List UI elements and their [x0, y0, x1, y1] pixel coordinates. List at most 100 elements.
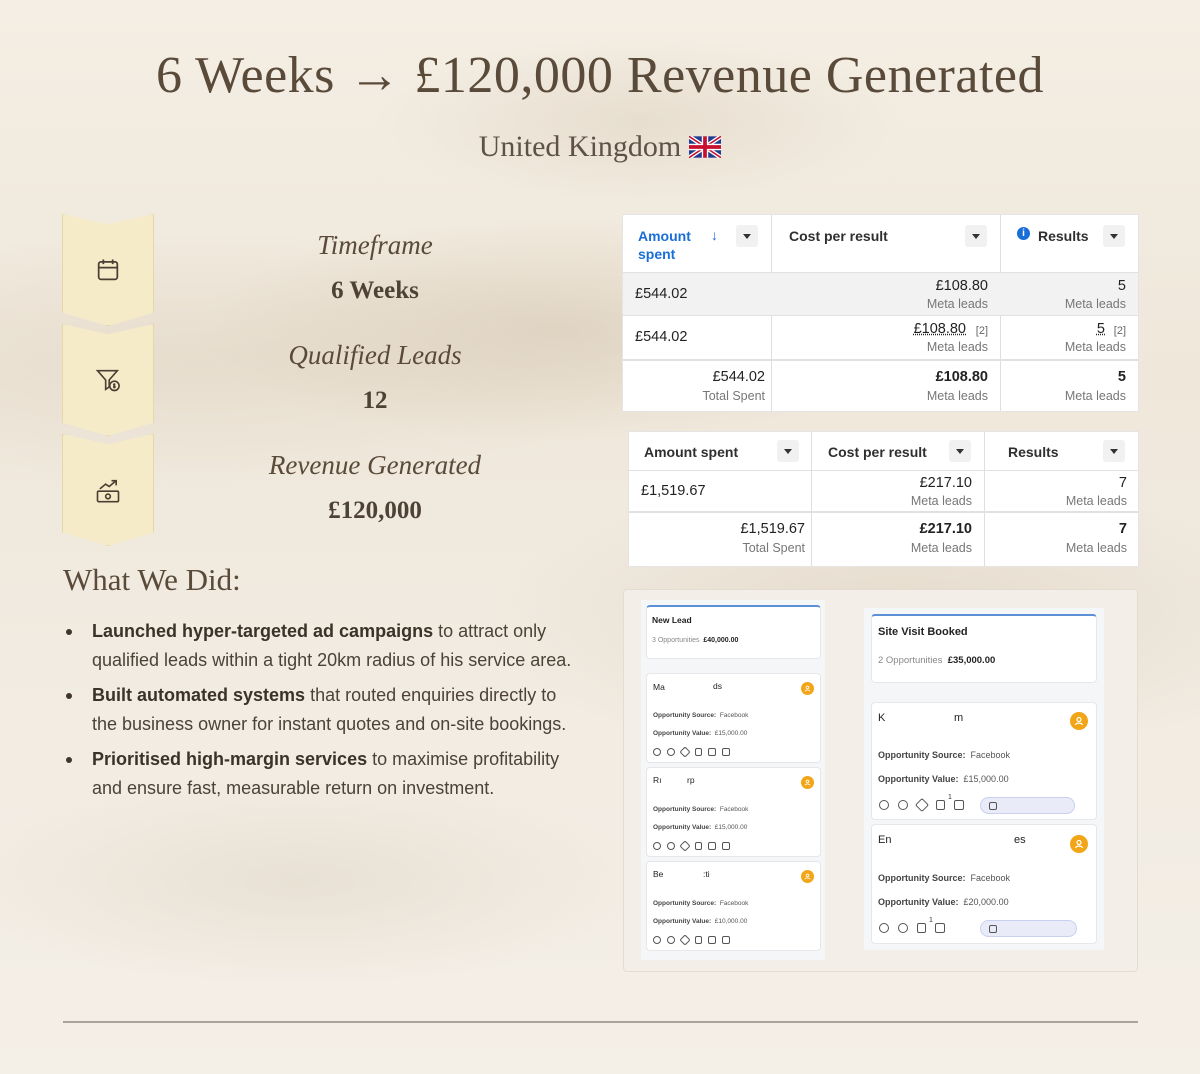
stage-title: New Lead	[652, 615, 692, 625]
total-results-sub: Meta leads	[1064, 389, 1126, 403]
checkbox-icon[interactable]	[708, 748, 716, 756]
value-amount: £15,000.00	[714, 824, 748, 831]
total-results-sub: Meta leads	[1065, 541, 1127, 555]
funnel-money-icon	[95, 369, 120, 392]
document-icon[interactable]	[936, 800, 945, 810]
opportunity-card[interactable]: Ma ds Opportunity Source: Facebook Oppor…	[646, 673, 821, 763]
row-cost: £108.80	[935, 278, 988, 294]
tag-icon[interactable]	[679, 840, 691, 852]
card-name-b: m	[954, 712, 964, 724]
header-cost-per-result[interactable]: Cost per result	[789, 228, 888, 244]
ads-results-table-1: Amount spent ↓ Cost per result i Results…	[623, 215, 1138, 411]
subtitle-text: United Kingdom	[478, 130, 682, 163]
assign-user-icon[interactable]	[1070, 835, 1088, 853]
source-value: Facebook	[970, 873, 1011, 883]
stat-label-leads: Qualified Leads	[288, 340, 462, 370]
stat-value-leads: 12	[362, 387, 388, 414]
chevron-down-icon[interactable]	[736, 225, 758, 247]
chat-icon[interactable]	[667, 748, 675, 756]
chat-icon[interactable]	[667, 936, 675, 944]
chat-icon[interactable]	[898, 923, 908, 933]
table-total-row: £1,519.67 Total Spent £217.10 Meta leads…	[629, 511, 1138, 566]
document-icon[interactable]	[695, 842, 702, 850]
phone-icon[interactable]	[653, 936, 661, 944]
checkbox-icon[interactable]	[708, 936, 716, 944]
card-name-b: :ti	[703, 869, 710, 879]
row-amount: £544.02	[635, 286, 688, 302]
info-icon[interactable]: i	[1017, 227, 1030, 240]
card-action-icons	[653, 934, 730, 946]
header-amount-spent-b[interactable]: spent	[638, 246, 675, 262]
opportunity-card[interactable]: K m Opportunity Source: Facebook Opportu…	[871, 702, 1097, 820]
row-cost: £217.10	[919, 475, 972, 491]
document-icon[interactable]	[695, 748, 702, 756]
phone-icon[interactable]	[879, 923, 889, 933]
source-value: Facebook	[719, 712, 749, 719]
chat-icon[interactable]	[667, 842, 675, 850]
header-results[interactable]: Results	[1008, 444, 1059, 460]
stat-value-timeframe: 6 Weeks	[331, 277, 419, 304]
list-item-bold: Built automated systems	[92, 685, 306, 705]
total-amount: £544.02	[712, 369, 765, 385]
sort-arrow-icon[interactable]: ↓	[711, 227, 718, 243]
page-subtitle: United Kingdom	[0, 130, 1200, 164]
document-icon[interactable]	[695, 936, 702, 944]
phone-icon[interactable]	[653, 748, 661, 756]
what-we-did-heading: What We Did:	[63, 562, 241, 597]
card-value: Opportunity Value: £15,000.00	[653, 824, 747, 831]
header-cost-per-result[interactable]: Cost per result	[828, 444, 927, 460]
calendar-icon[interactable]	[722, 748, 730, 756]
chevron-down-icon[interactable]	[1103, 225, 1125, 247]
chevron-down-icon[interactable]	[949, 440, 971, 462]
document-icon[interactable]	[917, 923, 926, 933]
chevron-down-icon[interactable]	[777, 440, 799, 462]
checkbox-icon[interactable]	[954, 800, 964, 810]
money-growth-icon	[96, 479, 120, 503]
assign-user-icon[interactable]	[801, 776, 814, 789]
stage-value: £40,000.00	[703, 637, 739, 644]
stage-value: £35,000.00	[947, 655, 996, 666]
total-cost-sub: Meta leads	[926, 389, 988, 403]
row-results: 5	[1096, 321, 1105, 337]
opportunity-card[interactable]: En es Opportunity Source: Facebook Oppor…	[871, 824, 1097, 944]
tag-icon[interactable]	[914, 797, 930, 813]
tag-icon[interactable]	[679, 746, 691, 758]
calendar-icon[interactable]	[722, 842, 730, 850]
calendar-icon	[989, 925, 997, 933]
row-cost-sub: Meta leads	[910, 494, 972, 508]
appointment-pill[interactable]	[980, 920, 1077, 937]
phone-icon[interactable]	[879, 800, 889, 810]
row-amount: £544.02	[635, 329, 688, 345]
card-name-a: K	[878, 712, 886, 724]
stat-value-revenue: £120,000	[328, 497, 422, 524]
value-label: Opportunity Value:	[653, 824, 712, 831]
opportunity-card[interactable]: Be :ti Opportunity Source: Facebook Oppo…	[646, 861, 821, 951]
header-amount-spent-a[interactable]: Amount	[638, 228, 691, 244]
bottom-divider	[63, 1021, 1138, 1023]
chevron-down-icon[interactable]	[1103, 440, 1125, 462]
appointment-pill[interactable]	[980, 797, 1075, 814]
card-value: Opportunity Value: £10,000.00	[653, 918, 747, 925]
tag-icon[interactable]	[679, 934, 691, 946]
assign-user-icon[interactable]	[801, 682, 814, 695]
stage-meta: 3 Opportunities £40,000.00	[652, 637, 738, 644]
header-results[interactable]: Results	[1038, 228, 1089, 244]
page-title: 6 Weeks → £120,000 Revenue Generated	[156, 47, 1044, 104]
value-amount: £15,000.00	[714, 730, 748, 737]
phone-icon[interactable]	[653, 842, 661, 850]
opportunity-card[interactable]: Rı rp Opportunity Source: Facebook Oppor…	[646, 767, 821, 857]
assign-user-icon[interactable]	[1070, 712, 1088, 730]
chevron-down-icon[interactable]	[965, 225, 987, 247]
stage-header-site-visit-booked[interactable]: Site Visit Booked 2 Opportunities £35,00…	[871, 614, 1097, 683]
row-results-note: [2]	[1113, 325, 1126, 337]
assign-user-icon[interactable]	[801, 870, 814, 883]
stage-header-new-lead[interactable]: New Lead 3 Opportunities £40,000.00	[646, 605, 821, 659]
checkbox-icon[interactable]	[708, 842, 716, 850]
checkbox-icon[interactable]	[935, 923, 945, 933]
calendar-icon[interactable]	[722, 936, 730, 944]
table-row: £544.02 £108.80 [2] Meta leads 5 [2] Met…	[623, 315, 1138, 359]
source-label: Opportunity Source:	[878, 750, 966, 760]
chat-icon[interactable]	[898, 800, 908, 810]
header-amount-spent[interactable]: Amount spent	[644, 444, 738, 460]
list-item-bold: Launched hyper-targeted ad campaigns	[92, 621, 434, 641]
